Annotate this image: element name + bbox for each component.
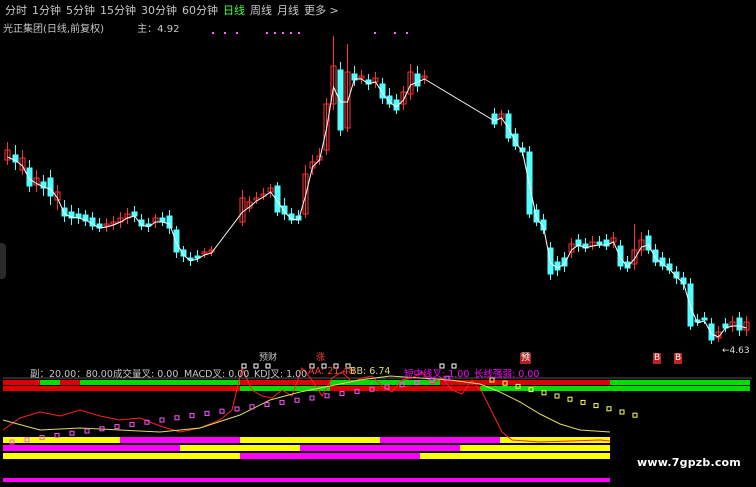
dot-marker <box>69 430 75 436</box>
signal-bar <box>420 453 610 459</box>
candle-body <box>736 317 743 331</box>
signal-bar <box>3 437 120 443</box>
dot-marker <box>159 417 165 423</box>
dot-marker <box>324 393 330 399</box>
signal-mark <box>406 32 408 34</box>
dot-marker <box>234 406 240 412</box>
dot-marker <box>580 399 586 405</box>
moving-average-line <box>7 78 747 338</box>
candle-body <box>694 319 701 323</box>
dot-marker <box>309 395 315 401</box>
aa-label: AA: 21.48 <box>308 366 355 377</box>
dot-marker <box>606 406 612 412</box>
dot-marker <box>339 391 345 397</box>
long-strength-label: 长线强弱: 0.00 <box>474 369 540 380</box>
kline-chart[interactable] <box>0 0 756 487</box>
trend-bar <box>610 380 750 385</box>
trend-bar <box>330 386 480 391</box>
candle-body <box>414 73 421 87</box>
kdj-cross-label: KDJ叉: 1.00 <box>254 369 308 380</box>
signal-mark <box>274 32 276 34</box>
signal-bar <box>380 437 500 443</box>
dot-marker <box>114 424 120 430</box>
trend-bar <box>40 380 60 385</box>
signal-bar <box>3 453 240 459</box>
candle-body <box>173 229 180 253</box>
panel-collapse-handle[interactable] <box>0 243 6 279</box>
macd-cross-label: MACD叉: 0.00 <box>184 369 250 380</box>
signal-mark <box>298 32 300 34</box>
dot-marker <box>593 403 599 409</box>
dot-marker <box>204 410 210 416</box>
candle-body <box>652 249 659 263</box>
signal-mark <box>266 32 268 34</box>
candle-body <box>131 211 138 217</box>
candle-body <box>159 217 166 223</box>
candle-body <box>708 323 715 341</box>
dot-marker <box>174 415 180 421</box>
trend-bar <box>110 380 240 385</box>
candle-body <box>554 261 561 271</box>
candle-body <box>617 245 624 267</box>
dot-marker <box>279 399 285 405</box>
signal-bar <box>240 453 420 459</box>
signal-mark <box>224 32 226 34</box>
signal-bar <box>240 437 380 443</box>
indicator-value-row: 副：20.00：80.00 成交量叉: 0.00 MACD叉: 0.00 KDJ… <box>0 366 756 380</box>
trend-bar <box>3 380 40 385</box>
signal-mark <box>236 32 238 34</box>
signal-mark <box>374 32 376 34</box>
volume-cross-label: 成交量叉: 0.00 <box>113 369 179 380</box>
dot-marker <box>619 409 625 415</box>
dot-marker <box>541 390 547 396</box>
candle-body <box>47 177 54 197</box>
candle-body <box>596 241 603 245</box>
dot-marker <box>54 432 60 438</box>
buy-tag[interactable]: B <box>653 353 662 364</box>
candlestick-series <box>4 36 750 344</box>
low-price-label: ←4.63 <box>722 346 750 356</box>
signal-bar <box>180 445 300 451</box>
signal-bar <box>120 437 240 443</box>
signal-mark <box>212 32 214 34</box>
bb-label: BB: 6.74 <box>350 366 391 377</box>
buy-tag[interactable]: B <box>674 353 683 364</box>
dot-marker <box>129 421 135 427</box>
dot-marker <box>294 397 300 403</box>
signal-bar <box>3 478 610 482</box>
event-tag-financial[interactable]: 预财 <box>258 353 278 364</box>
signal-mark <box>290 32 292 34</box>
candle-body <box>491 113 498 125</box>
trend-bar <box>80 380 110 385</box>
sub-indicator-label: 副：20.00：80.00 <box>30 369 113 380</box>
trend-bar <box>60 380 80 385</box>
site-watermark: www.7gpzb.com <box>637 456 741 469</box>
top-signal-marks <box>212 32 408 34</box>
dot-marker <box>84 428 90 434</box>
trend-bar <box>240 380 330 385</box>
dot-marker <box>219 408 225 414</box>
dot-marker <box>189 413 195 419</box>
dot-marker <box>632 412 638 418</box>
signal-bar <box>300 445 460 451</box>
candle-body <box>701 317 708 321</box>
signal-mark <box>394 32 396 34</box>
signal-bar <box>3 445 180 451</box>
candle-body <box>26 167 33 187</box>
candle-body <box>166 215 173 229</box>
candle-body <box>687 283 694 327</box>
dot-marker <box>554 393 560 399</box>
event-tag-rise[interactable]: 涨 <box>315 353 326 364</box>
event-tag-forecast[interactable]: 预 <box>520 353 532 364</box>
dot-marker <box>567 396 573 402</box>
dot-marker <box>264 402 270 408</box>
mid-cross-label: 短中线叉: 1.00 <box>404 369 470 380</box>
trend-bar <box>3 386 240 391</box>
signal-mark <box>282 32 284 34</box>
signal-bar <box>460 445 610 451</box>
candle-body <box>337 69 344 131</box>
